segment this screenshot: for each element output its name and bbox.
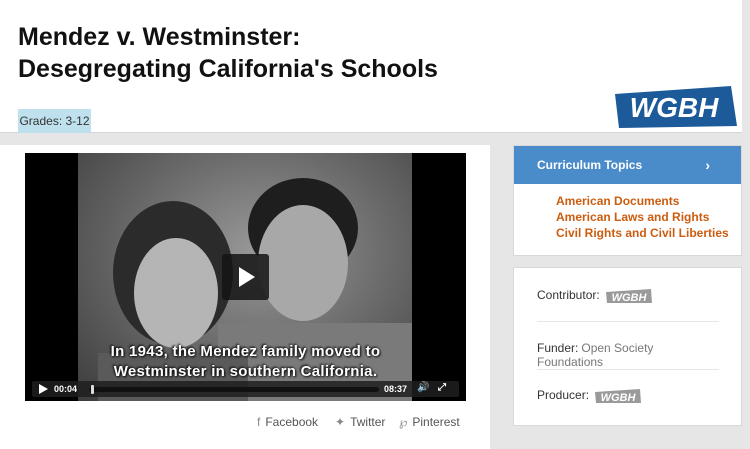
share-facebook-link[interactable]: f Facebook bbox=[257, 415, 318, 429]
fullscreen-icon[interactable]: ⤢ bbox=[438, 382, 446, 393]
page-header: Mendez v. Westminster: Desegregating Cal… bbox=[0, 0, 742, 133]
caption-line-1: In 1943, the Mendez family moved to bbox=[110, 343, 381, 360]
producer-row: Producer: WGBH bbox=[537, 388, 719, 404]
twitter-label: Twitter bbox=[350, 415, 386, 429]
contributor-row: Contributor: WGBH bbox=[537, 288, 719, 304]
curriculum-topics-heading: Curriculum Topics bbox=[537, 158, 643, 172]
facebook-label: Facebook bbox=[265, 415, 319, 429]
total-time: 08:37 bbox=[384, 384, 408, 394]
topic-link[interactable]: American Documents bbox=[556, 194, 679, 208]
divider bbox=[537, 321, 719, 322]
pinterest-label: Pinterest bbox=[412, 415, 460, 429]
curriculum-topics-panel: Curriculum Topics › American Documents A… bbox=[513, 145, 742, 256]
caption-line-2: Westminster in southern California. bbox=[113, 363, 378, 380]
main-content: In 1943, the Mendez family moved to West… bbox=[0, 145, 490, 449]
contributor-logo[interactable]: WGBH bbox=[605, 288, 653, 304]
title-line-1: Mendez v. Westminster: bbox=[18, 23, 301, 51]
video-control-bar: 00:04 08:37 🔊 ⤢ bbox=[32, 381, 459, 397]
funder-label: Funder: bbox=[537, 341, 579, 355]
grades-badge: Grades: 3-12 bbox=[18, 109, 91, 133]
video-player[interactable]: In 1943, the Mendez family moved to West… bbox=[25, 153, 466, 401]
big-play-button[interactable] bbox=[222, 254, 269, 300]
play-icon[interactable] bbox=[39, 384, 48, 394]
divider bbox=[537, 369, 719, 370]
title-line-2: Desegregating California's Schools bbox=[18, 55, 438, 83]
chevron-right-icon: › bbox=[705, 157, 710, 173]
producer-label: Producer: bbox=[537, 388, 590, 403]
producer-logo[interactable]: WGBH bbox=[594, 388, 642, 404]
seek-bar[interactable] bbox=[89, 385, 379, 394]
wgbh-logo[interactable]: WGBH bbox=[611, 82, 739, 130]
topic-link[interactable]: American Laws and Rights bbox=[556, 210, 709, 224]
facebook-icon: f bbox=[257, 415, 261, 429]
pinterest-icon: ℘ bbox=[399, 415, 408, 429]
contributor-logo-text: WGBH bbox=[612, 292, 648, 304]
seek-handle[interactable] bbox=[91, 385, 94, 394]
topic-link[interactable]: Civil Rights and Civil Liberties bbox=[556, 226, 729, 240]
funder-row: Funder: Open Society Foundations bbox=[537, 341, 719, 369]
twitter-icon: ✦ bbox=[335, 415, 346, 429]
contributor-label: Contributor: bbox=[537, 288, 600, 303]
share-pinterest-link[interactable]: ℘ Pinterest bbox=[399, 415, 460, 429]
credits-panel: Contributor: WGBH Funder: Open Society Fo… bbox=[513, 267, 742, 426]
producer-logo-text: WGBH bbox=[601, 392, 637, 404]
curriculum-topics-header[interactable]: Curriculum Topics › bbox=[514, 146, 741, 184]
logo-text: WGBH bbox=[630, 92, 719, 123]
share-twitter-link[interactable]: ✦ Twitter bbox=[335, 415, 385, 429]
volume-icon[interactable]: 🔊 bbox=[417, 382, 429, 393]
current-time: 00:04 bbox=[54, 384, 78, 394]
page-title: Mendez v. Westminster: Desegregating Cal… bbox=[18, 21, 438, 85]
